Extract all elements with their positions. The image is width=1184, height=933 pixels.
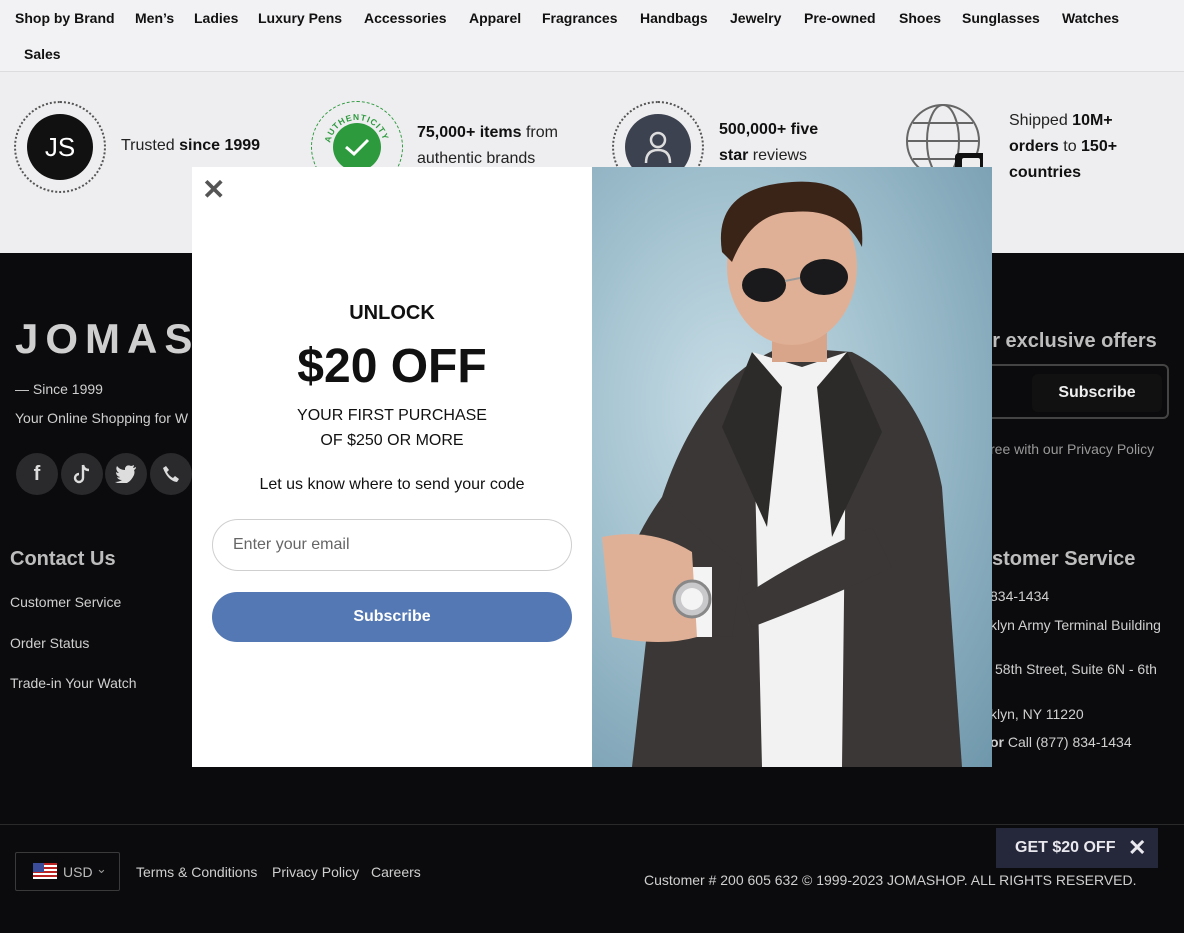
model-illustration xyxy=(602,181,962,767)
discount-modal: ✕ UNLOCK $20 OFF YOUR FIRST PURCHASE OF … xyxy=(192,167,992,767)
modal-terms: YOUR FIRST PURCHASE OF $250 OR MORE xyxy=(297,407,487,449)
modal-form-panel: ✕ UNLOCK $20 OFF YOUR FIRST PURCHASE OF … xyxy=(192,167,592,767)
modal-unlock: UNLOCK xyxy=(349,302,435,324)
modal-prompt: Let us know where to send your code xyxy=(259,476,525,493)
email-field[interactable] xyxy=(212,519,572,571)
model-photo xyxy=(592,167,992,767)
subscribe-button[interactable]: Subscribe xyxy=(212,592,572,642)
modal-offer: $20 OFF xyxy=(297,340,487,393)
close-icon[interactable]: ✕ xyxy=(202,173,225,206)
